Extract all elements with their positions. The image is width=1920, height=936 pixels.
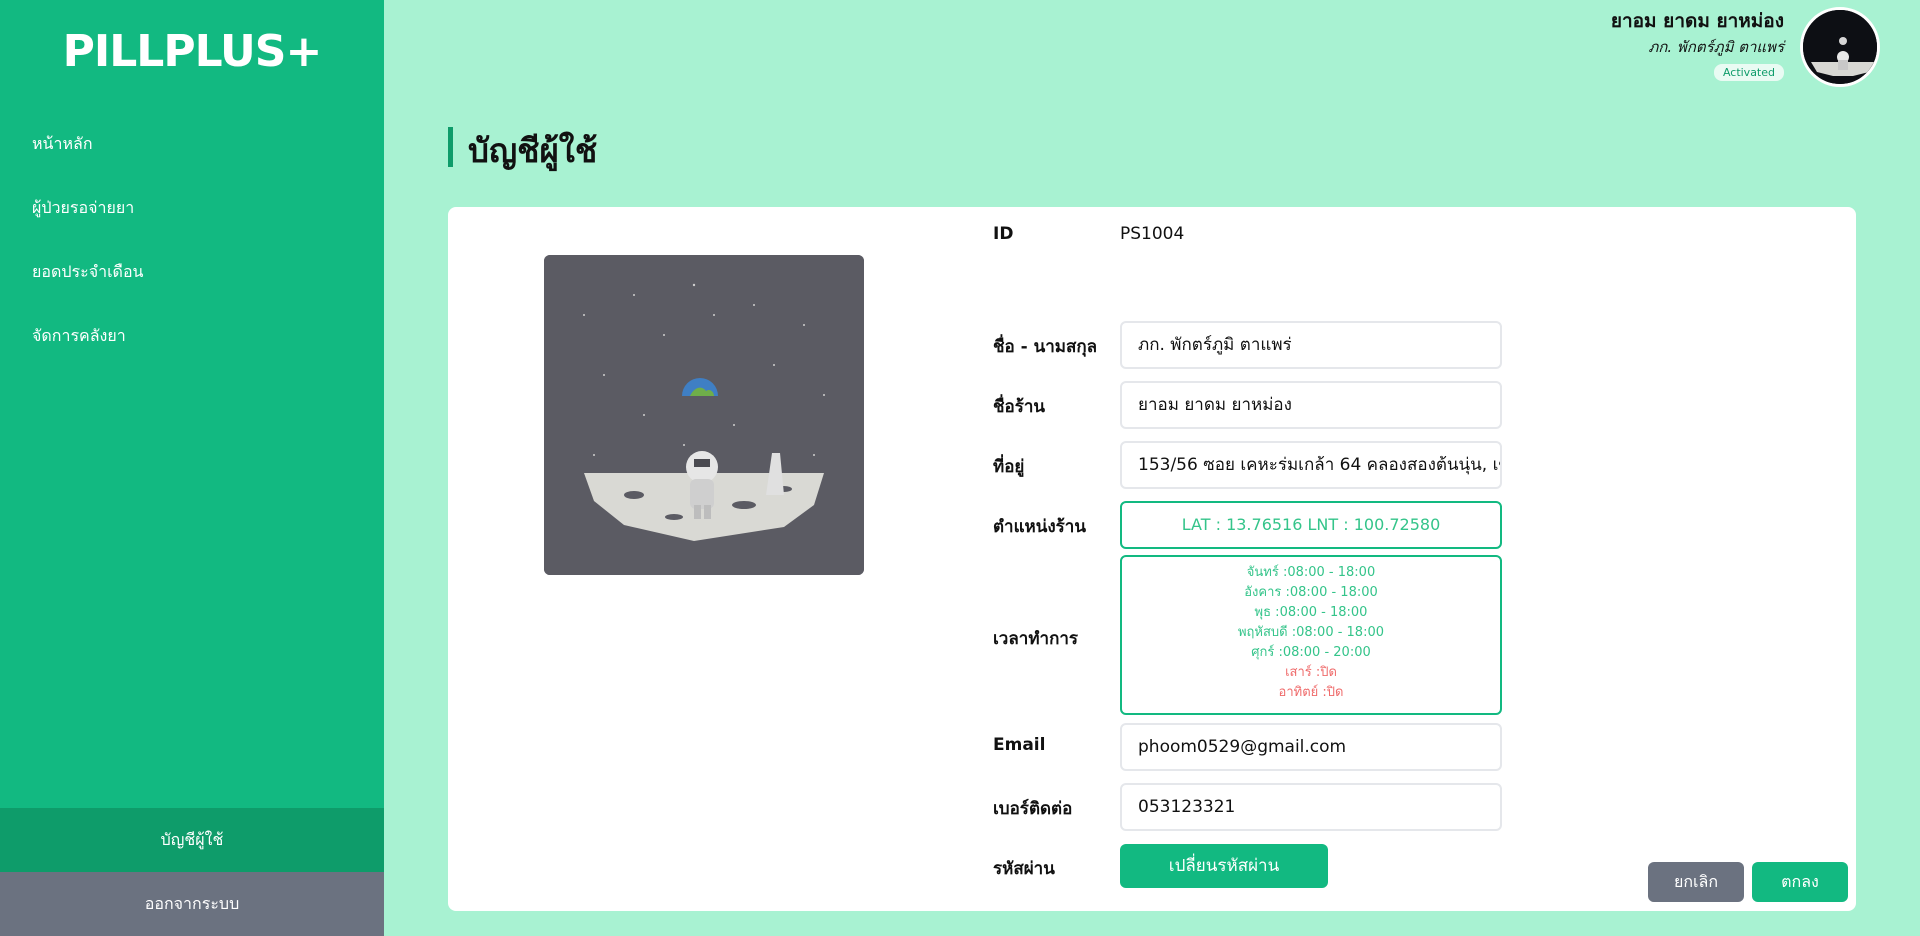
password-label: รหัสผ่าน — [993, 859, 1055, 879]
hours-tuesday: อังคาร :08:00 - 18:00 — [1244, 585, 1378, 600]
store-name: ยาอม ยาดม ยาหม่อง — [1610, 10, 1784, 32]
status-badge: Activated — [1713, 64, 1784, 81]
change-password-button[interactable]: เปลี่ยนรหัสผ่าน — [1120, 844, 1328, 888]
page-title-accent — [448, 127, 453, 167]
confirm-button[interactable]: ตกลง — [1752, 862, 1848, 902]
address-label: ที่อยู่ — [993, 457, 1025, 477]
sidebar-item-waiting-patients[interactable]: ผู้ป่วยรอจ่ายยา — [0, 176, 384, 240]
sidebar: PILLPLUS+ หน้าหลัก ผู้ป่วยรอจ่ายยา ยอดปร… — [0, 0, 384, 936]
email-field[interactable]: phoom0529@gmail.com — [1120, 723, 1502, 771]
opening-hours-box[interactable]: จันทร์ :08:00 - 18:00 อังคาร :08:00 - 18… — [1120, 555, 1502, 715]
phone-field[interactable]: 053123321 — [1120, 783, 1502, 831]
astronaut-moon-image — [1803, 10, 1877, 84]
address-field[interactable]: 153/56 ซอย เคหะร่มเกล้า 64 คลองสองต้นนุ่… — [1120, 441, 1502, 489]
name-label: ชื่อ - นามสกุล — [993, 337, 1098, 357]
profile-photo[interactable] — [544, 255, 864, 575]
hours-label: เวลาทำการ — [993, 629, 1079, 649]
hours-monday: จันทร์ :08:00 - 18:00 — [1246, 565, 1376, 580]
store-label: ชื่อร้าน — [993, 397, 1046, 417]
user-info: ยาอม ยาดม ยาหม่อง ภก. พักตร์ภูมิ ตาแพร่ … — [1611, 8, 1784, 81]
hours-wednesday: พุธ :08:00 - 18:00 — [1254, 605, 1368, 620]
app-logo: PILLPLUS+ — [62, 26, 323, 77]
hours-sunday: อาทิตย์ :ปิด — [1278, 685, 1344, 700]
hours-friday: ศุกร์ :08:00 - 20:00 — [1251, 645, 1371, 660]
logout-button[interactable]: ออกจากระบบ — [0, 872, 384, 936]
sidebar-item-monthly-summary[interactable]: ยอดประจำเดือน — [0, 240, 384, 304]
user-name: ภก. พักตร์ภูมิ ตาแพร่ — [1648, 38, 1784, 56]
email-label: Email — [993, 735, 1046, 755]
sidebar-item-account[interactable]: บัญชีผู้ใช้ — [0, 808, 384, 872]
id-label: ID — [993, 224, 1014, 244]
name-field[interactable]: ภก. พักตร์ภูมิ ตาแพร่ — [1120, 321, 1502, 369]
account-card: ID PS1004 ชื่อ - นามสกุล ภก. พักตร์ภูมิ … — [448, 207, 1856, 911]
sidebar-nav: หน้าหลัก ผู้ป่วยรอจ่ายยา ยอดประจำเดือน จ… — [0, 112, 384, 368]
phone-label: เบอร์ติดต่อ — [993, 799, 1073, 819]
astronaut-moon-image — [544, 255, 864, 575]
page-title: บัญชีผู้ใช้ — [468, 131, 598, 170]
sidebar-item-inventory[interactable]: จัดการคลังยา — [0, 304, 384, 368]
store-name-field[interactable]: ยาอม ยาดม ยาหม่อง — [1120, 381, 1502, 429]
location-field[interactable]: LAT : 13.76516 LNT : 100.72580 — [1120, 501, 1502, 549]
cancel-button[interactable]: ยกเลิก — [1648, 862, 1744, 902]
hours-thursday: พฤหัสบดี :08:00 - 18:00 — [1237, 625, 1385, 640]
hours-saturday: เสาร์ :ปิด — [1285, 665, 1337, 680]
id-value: PS1004 — [1120, 224, 1185, 244]
avatar[interactable] — [1800, 7, 1880, 87]
sidebar-item-home[interactable]: หน้าหลัก — [0, 112, 384, 176]
location-label: ตำแหน่งร้าน — [993, 517, 1086, 537]
